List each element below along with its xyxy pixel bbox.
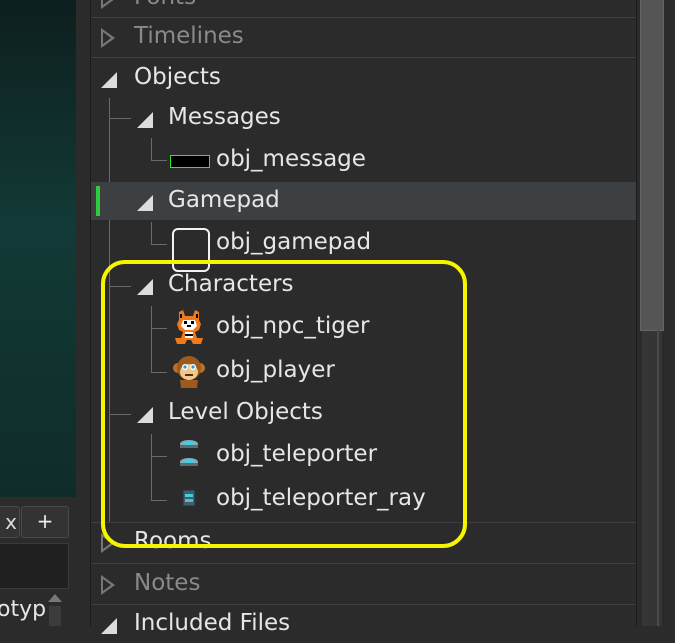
triangle-right-icon[interactable] (101, 533, 115, 553)
tree-item-label: Rooms (134, 528, 212, 554)
tab-bar: x + (0, 503, 76, 539)
add-tab-button[interactable]: + (21, 506, 69, 538)
triangle-down-icon[interactable] (101, 72, 117, 88)
tree-item-label: Messages (168, 104, 281, 130)
triangle-right-icon[interactable] (101, 0, 115, 9)
resource-tree: Fonts Timelines Objects Messages obj_mes… (91, 0, 636, 636)
tree-item-obj-player[interactable]: obj_player (91, 352, 636, 390)
tree-item-label: obj_teleporter (216, 441, 378, 467)
scrollbar-thumb[interactable] (640, 0, 664, 331)
tree-item-obj-npc-tiger[interactable]: obj_npc_tiger (91, 308, 636, 346)
tree-item-gamepad[interactable]: Gamepad (91, 182, 636, 220)
teleporter-ray-sprite-icon (182, 489, 196, 507)
selection-marker (96, 186, 100, 216)
tree-item-label: Notes (134, 570, 201, 596)
tree-item-obj-gamepad[interactable]: obj_gamepad (91, 224, 636, 272)
tree-item-obj-message[interactable]: obj_message (91, 141, 636, 179)
triangle-right-icon[interactable] (101, 28, 115, 48)
tree-item-characters[interactable]: Characters (91, 266, 636, 304)
tree-item-label: Characters (168, 271, 294, 297)
tree-item-label: obj_teleporter_ray (216, 485, 426, 511)
tree-item-label: Included Files (134, 610, 291, 636)
lower-panel-text: otyp (0, 597, 47, 622)
tree-item-label: Level Objects (168, 399, 323, 425)
tree-item-obj-teleporter[interactable]: obj_teleporter (91, 436, 636, 474)
tree-item-label: Fonts (134, 0, 196, 12)
tree-item-included-files[interactable]: Included Files (91, 605, 636, 643)
triangle-down-icon[interactable] (101, 618, 117, 634)
tree-item-label: Objects (134, 64, 221, 90)
tree-item-level-objects[interactable]: Level Objects (91, 394, 636, 432)
tree-item-label: obj_player (216, 357, 335, 383)
tree-item-messages[interactable]: Messages (91, 99, 636, 137)
tree-item-objects[interactable]: Objects (91, 59, 636, 97)
tree-item-label: obj_npc_tiger (216, 313, 370, 339)
triangle-right-icon[interactable] (101, 575, 115, 595)
tree-item-label: obj_gamepad (216, 229, 372, 255)
tree-item-label: Gamepad (168, 187, 280, 213)
triangle-down-icon[interactable] (137, 112, 153, 128)
tree-item-label: obj_message (216, 146, 366, 172)
message-sprite-icon (170, 155, 210, 168)
panel-divider[interactable] (76, 0, 91, 626)
monkey-sprite-icon (173, 356, 205, 388)
tree-item-timelines[interactable]: Timelines (91, 18, 636, 56)
tree-item-label: Timelines (134, 23, 244, 49)
tree-item-fonts[interactable]: Fonts (91, 0, 636, 17)
tab-close-button[interactable]: x (0, 506, 20, 538)
tree-item-notes[interactable]: Notes (91, 565, 636, 603)
lower-scrollbar[interactable] (49, 606, 61, 626)
tiger-sprite-icon (175, 310, 203, 344)
room-editor-canvas[interactable] (0, 0, 77, 497)
scroll-up-arrow-icon[interactable] (48, 594, 62, 602)
tree-item-obj-teleporter-ray[interactable]: obj_teleporter_ray (91, 480, 636, 518)
scrollbar-track-line (657, 330, 659, 626)
triangle-down-icon[interactable] (137, 195, 153, 211)
teleporter-sprite-icon (180, 440, 198, 466)
divider (91, 57, 636, 58)
triangle-down-icon[interactable] (137, 279, 153, 295)
divider (91, 563, 636, 564)
triangle-down-icon[interactable] (137, 407, 153, 423)
lower-panel-header (0, 543, 69, 589)
tree-item-rooms[interactable]: Rooms (91, 523, 636, 561)
